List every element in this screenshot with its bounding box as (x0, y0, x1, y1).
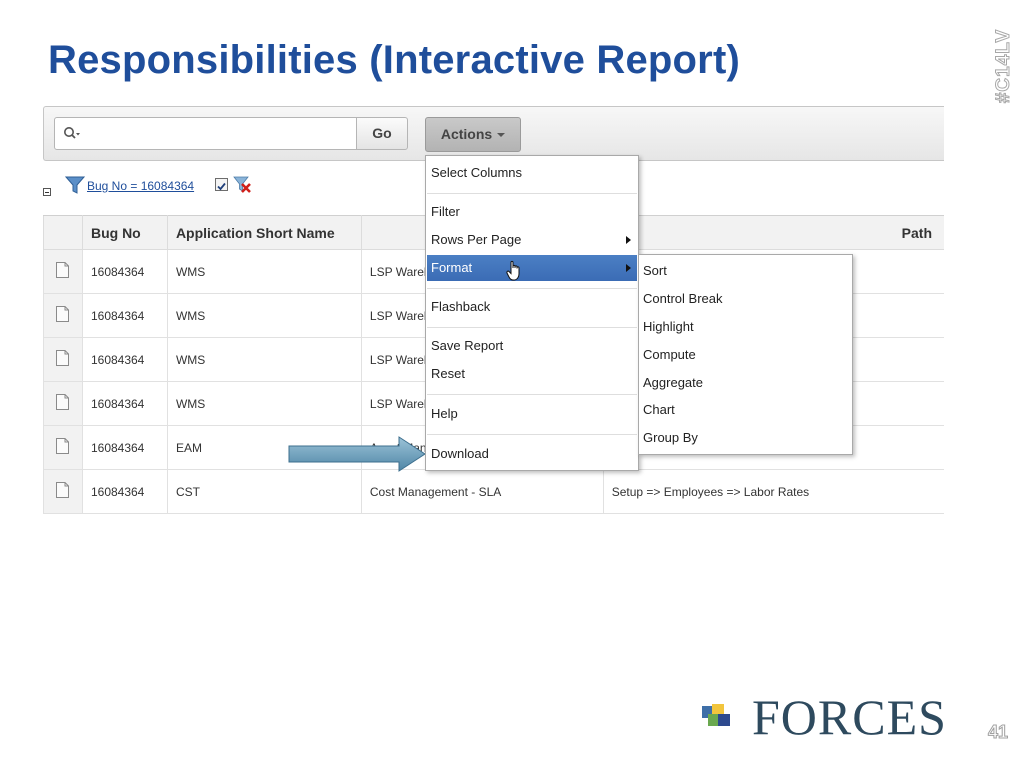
chevron-down-icon (497, 133, 506, 138)
actions-button-label: Actions (440, 126, 493, 142)
menu-item-select-columns[interactable]: Select Columns (427, 160, 637, 186)
funnel-icon (65, 176, 85, 194)
submenu-item-aggregate[interactable]: Aggregate (643, 370, 703, 396)
submenu-item-chart[interactable]: Chart (643, 397, 675, 423)
row-detail-cell[interactable] (43, 337, 83, 382)
menu-item-download[interactable]: Download (427, 441, 637, 467)
column-header-path[interactable]: Path (602, 215, 944, 250)
cell-bug-no: 16084364 (81, 425, 168, 470)
logo-text: FORCES (752, 689, 947, 745)
forces-logo: FORCES (700, 689, 1000, 745)
search-input[interactable] (87, 122, 351, 147)
filter-bar: Bug No = 16084364 (43, 174, 443, 198)
search-icon[interactable] (63, 126, 81, 142)
row-detail-cell[interactable] (43, 469, 83, 514)
arrow-annotation (288, 436, 426, 472)
cell-app-short-name: WMS (166, 293, 362, 338)
column-header-app-short-name[interactable]: Application Short Name (166, 215, 362, 250)
cell-path: Setup => Employees => Labor Rates (602, 469, 944, 514)
cell-responsibility: Cost Management - SLA (360, 469, 604, 514)
menu-separator (427, 434, 637, 435)
submenu-item-highlight[interactable]: Highlight (643, 314, 694, 340)
document-icon[interactable] (56, 350, 70, 366)
submenu-item-group-by[interactable]: Group By (643, 425, 698, 451)
menu-item-rows-per-page[interactable]: Rows Per Page (427, 227, 637, 253)
submenu-item-control-break[interactable]: Control Break (643, 286, 722, 312)
actions-button[interactable]: Actions (425, 117, 521, 152)
menu-separator (427, 327, 637, 328)
submenu-item-sort[interactable]: Sort (643, 258, 667, 284)
search-box[interactable] (54, 117, 357, 150)
document-icon[interactable] (56, 482, 70, 498)
document-icon[interactable] (56, 306, 70, 322)
submenu-arrow-icon (626, 264, 631, 272)
go-button[interactable]: Go (356, 117, 408, 150)
menu-item-format[interactable]: Format (427, 255, 637, 281)
cell-app-short-name: WMS (166, 249, 362, 294)
menu-item-reset[interactable]: Reset (427, 361, 637, 387)
filter-link[interactable]: Bug No = 16084364 (87, 179, 194, 193)
format-submenu: Sort Control Break Highlight Compute Agg… (638, 254, 853, 455)
cell-bug-no: 16084364 (81, 249, 168, 294)
row-detail-cell[interactable] (43, 381, 83, 426)
row-detail-cell[interactable] (43, 293, 83, 338)
column-header-icon (43, 215, 83, 250)
menu-item-filter[interactable]: Filter (427, 199, 637, 225)
logo-mark-icon (702, 704, 730, 726)
document-icon[interactable] (56, 394, 70, 410)
actions-menu: Select Columns Filter Rows Per Page Form… (425, 155, 639, 471)
menu-separator (427, 193, 637, 194)
cell-app-short-name: CST (166, 469, 362, 514)
menu-item-save-report[interactable]: Save Report (427, 333, 637, 359)
submenu-arrow-icon (626, 236, 631, 244)
report-toolbar: Go Actions (43, 106, 944, 161)
row-detail-cell[interactable] (43, 249, 83, 294)
document-icon[interactable] (56, 438, 70, 454)
column-header-bug-no[interactable]: Bug No (81, 215, 168, 250)
cell-bug-no: 16084364 (81, 337, 168, 382)
menu-item-flashback[interactable]: Flashback (427, 294, 637, 320)
filter-enabled-checkbox[interactable] (215, 178, 228, 191)
menu-item-help[interactable]: Help (427, 401, 637, 427)
hashtag-label: #C14LV (993, 28, 1015, 104)
cell-bug-no: 16084364 (81, 469, 168, 514)
collapse-icon[interactable] (43, 188, 51, 196)
submenu-item-compute[interactable]: Compute (643, 342, 696, 368)
cell-app-short-name: WMS (166, 337, 362, 382)
cell-app-short-name: WMS (166, 381, 362, 426)
cell-bug-no: 16084364 (81, 293, 168, 338)
hand-cursor-icon (506, 260, 520, 281)
page-number: 41 (987, 722, 1009, 743)
checkmark-icon (217, 182, 226, 191)
row-detail-cell[interactable] (43, 425, 83, 470)
table-row: 16084364 CST Cost Management - SLA Setup =>… (43, 469, 944, 514)
remove-filter-icon[interactable] (233, 175, 253, 195)
cell-bug-no: 16084364 (81, 381, 168, 426)
document-icon[interactable] (56, 262, 70, 278)
menu-separator (427, 394, 637, 395)
slide-title: Responsibilities (Interactive Report) (48, 38, 740, 82)
menu-separator (427, 288, 637, 289)
